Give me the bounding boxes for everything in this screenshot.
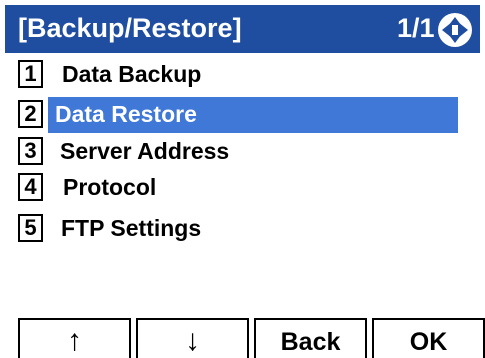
screen-title: [Backup/Restore] <box>18 13 242 43</box>
softkey-down-button[interactable]: ↓ <box>136 318 249 358</box>
softkey-ok-button[interactable]: OK <box>372 318 485 358</box>
page-indicator: 1/1 <box>397 13 435 43</box>
menu-item-label: Data Restore <box>55 101 197 127</box>
backup-restore-screen: [Backup/Restore] 1/1 1 Data Backup 2 Dat… <box>0 0 485 358</box>
menu-item-number: 1 <box>18 60 43 88</box>
softkey-up-button[interactable]: ↑ <box>18 318 131 358</box>
menu-item-number: 2 <box>18 100 43 128</box>
menu-item-data-restore[interactable]: 2 Data Restore <box>18 97 458 133</box>
menu-item-label: Protocol <box>63 174 157 200</box>
softkey-back-button[interactable]: Back <box>254 318 367 358</box>
four-way-navigation-icon <box>438 13 472 47</box>
menu-item-server-address[interactable]: 3 Server Address <box>18 134 455 170</box>
menu-item-label: Server Address <box>60 138 230 164</box>
menu-item-data-backup[interactable]: 1 Data Backup <box>18 57 455 93</box>
menu-item-number: 3 <box>18 137 43 165</box>
title-bar: [Backup/Restore] 1/1 <box>5 5 480 53</box>
menu-item-label: Data Backup <box>62 61 202 87</box>
menu-item-protocol[interactable]: 4 Protocol <box>18 170 455 206</box>
menu-item-number: 4 <box>18 173 43 201</box>
menu-item-label: FTP Settings <box>61 215 202 241</box>
menu-item-ftp-settings[interactable]: 5 FTP Settings <box>18 211 455 247</box>
menu-item-number: 5 <box>18 214 43 242</box>
